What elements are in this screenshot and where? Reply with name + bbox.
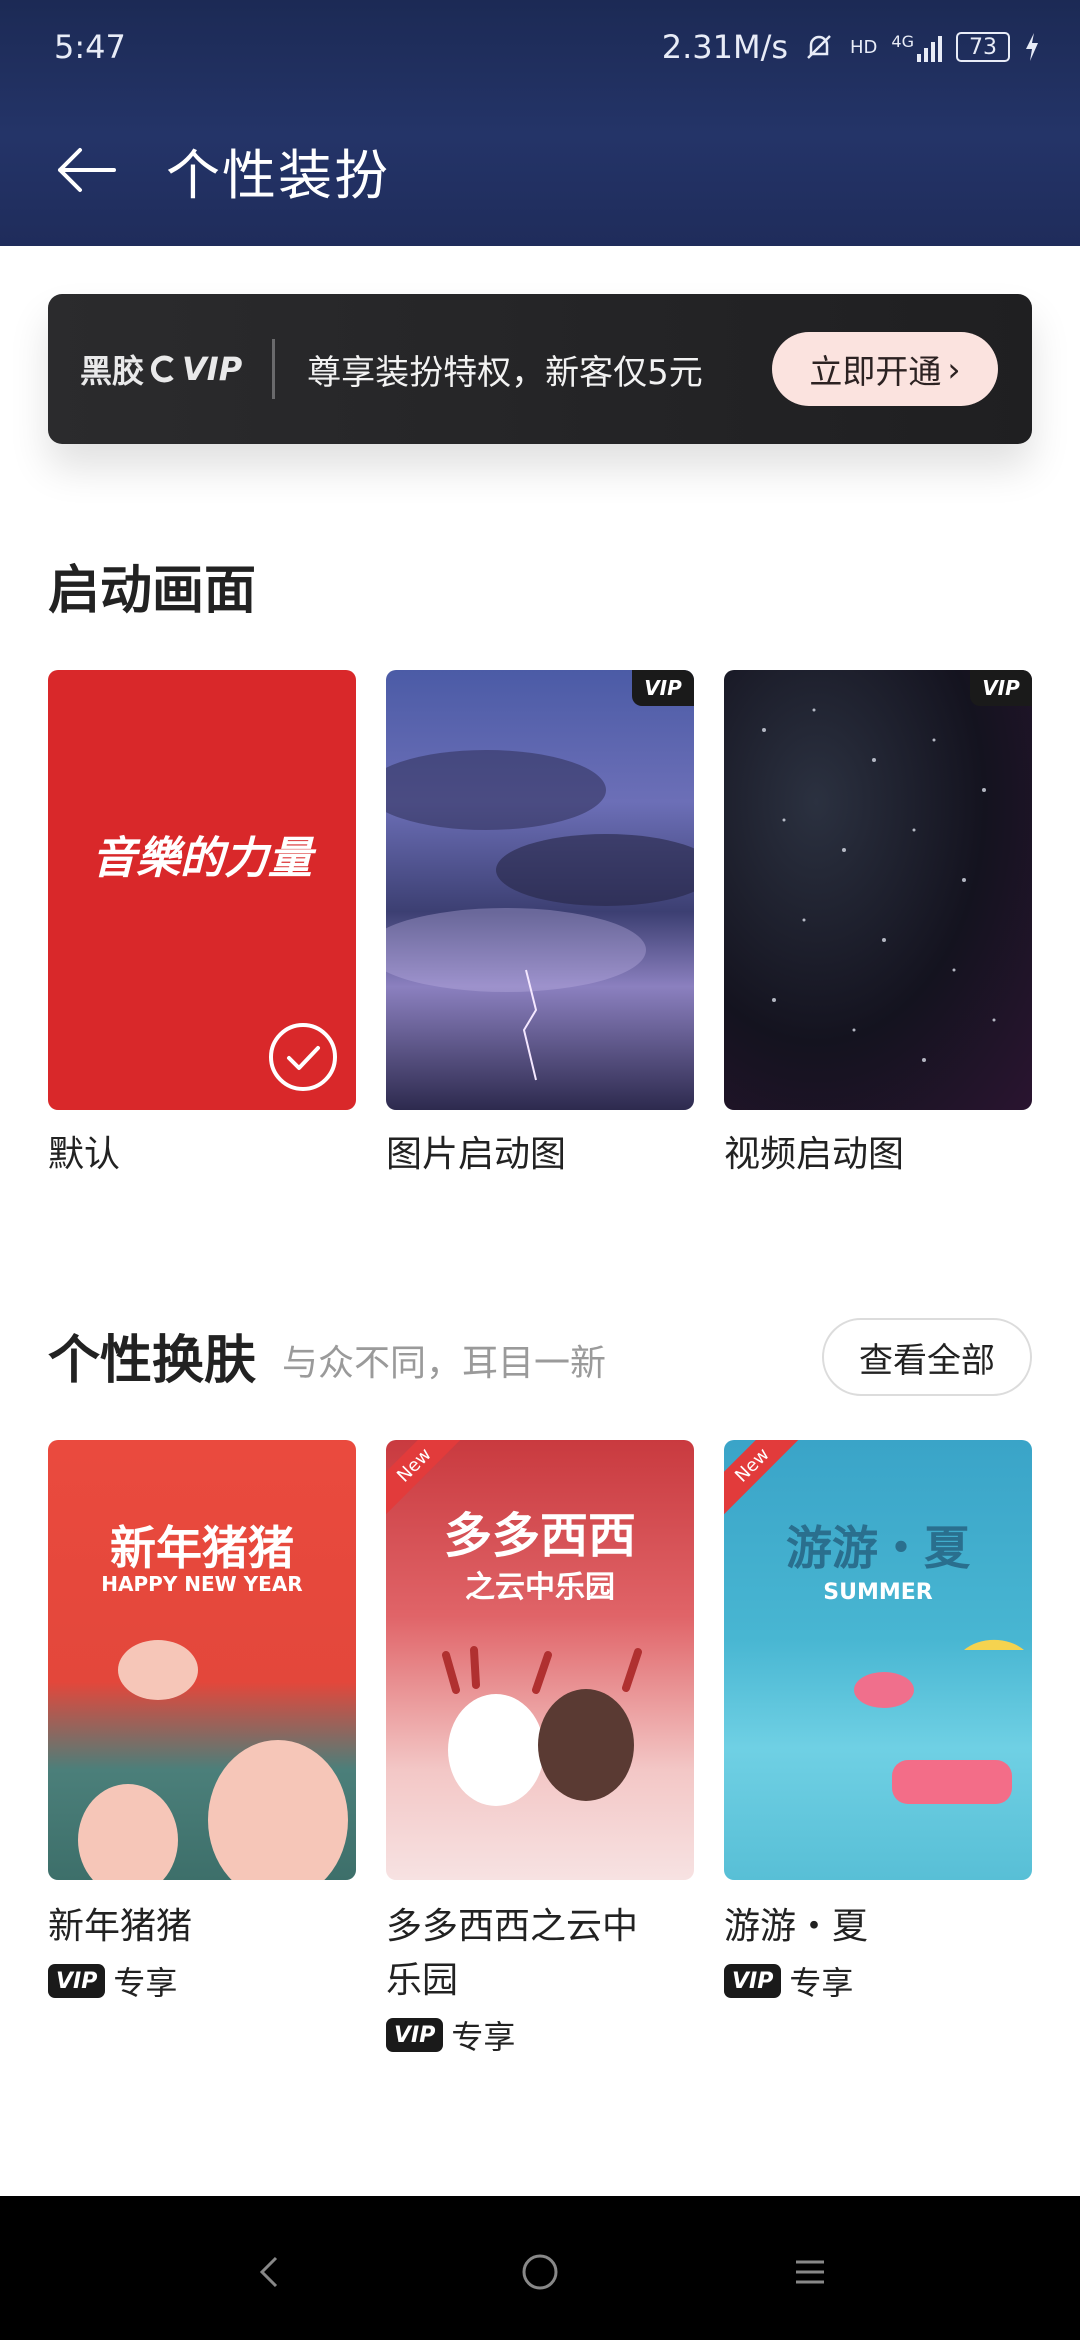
exclusive-text: 专享 bbox=[113, 1964, 178, 2002]
reindeer-illustration bbox=[442, 1646, 642, 1806]
signal-icon: 4G bbox=[891, 32, 942, 62]
app-bar: 个性装扮 bbox=[50, 130, 390, 210]
storm-clouds-art bbox=[386, 750, 694, 1081]
vip-corner-badge: VIP bbox=[970, 670, 1032, 706]
exclusive-text: 专享 bbox=[789, 1964, 854, 2002]
nav-menu-button[interactable] bbox=[770, 2232, 850, 2312]
skin-caption-2-line2: 乐园 bbox=[386, 1960, 459, 2001]
startup-card-image[interactable]: VIP bbox=[386, 670, 694, 1110]
nav-back-icon bbox=[259, 2256, 278, 2288]
startup-card-default[interactable]: 音樂的力量 bbox=[48, 670, 356, 1110]
battery-icon: 73 bbox=[956, 32, 1010, 62]
startup-caption-default: 默认 bbox=[48, 1134, 121, 1175]
back-arrow-icon bbox=[58, 148, 116, 192]
skin-caption-2-line1: 多多西西之云中 bbox=[386, 1906, 639, 1947]
skin-caption-1: 新年猪猪 bbox=[48, 1906, 193, 1947]
exclusive-text: 专享 bbox=[451, 2018, 516, 2056]
nav-home-button[interactable] bbox=[500, 2232, 580, 2312]
startup-card-video[interactable]: VIP bbox=[724, 670, 1032, 1110]
status-bar: 5:47 2.31M/s HD 4G 73 bbox=[54, 22, 1040, 70]
status-time: 5:47 bbox=[54, 28, 126, 66]
logo-vip: VIP bbox=[182, 350, 243, 388]
skin-card-cloud-park[interactable]: 多多西西 之云中乐园 New bbox=[386, 1440, 694, 1880]
status-right: 2.31M/s HD 4G 73 bbox=[662, 28, 1040, 66]
particle-stars-art bbox=[762, 708, 996, 1062]
skin-caption-2: 多多西西之云中 乐园 bbox=[386, 1900, 638, 2008]
logo-brand: 黑胶 bbox=[80, 352, 145, 390]
network-speed: 2.31M/s bbox=[661, 28, 789, 66]
see-all-button[interactable]: 查看全部 bbox=[822, 1318, 1032, 1396]
nav-home-icon bbox=[522, 2254, 558, 2290]
selected-check-icon bbox=[269, 1023, 337, 1091]
header-bar: 5:47 2.31M/s HD 4G 73 个性装扮 bbox=[0, 0, 1080, 246]
hd-label: HD bbox=[850, 36, 878, 58]
system-navigation-bar bbox=[0, 2196, 1080, 2340]
vip-exclusive-label: VIP 专享 bbox=[386, 2012, 515, 2058]
vip-exclusive-label: VIP 专享 bbox=[48, 1958, 177, 2004]
vip-tag-icon: VIP bbox=[724, 1964, 782, 1998]
chevron-right-icon: › bbox=[947, 349, 961, 389]
charging-icon bbox=[1026, 33, 1038, 61]
vip-tag-icon: VIP bbox=[48, 1964, 106, 1998]
vip-exclusive-label: VIP 专享 bbox=[724, 1958, 853, 2004]
mute-bell-icon bbox=[807, 35, 831, 59]
section-title-startup: 启动画面 bbox=[48, 561, 257, 621]
skin-card-summer[interactable]: 游游・夏 SUMMER New bbox=[724, 1440, 1032, 1880]
nav-back-button[interactable] bbox=[230, 2232, 310, 2312]
skin-card-new-year-pig[interactable]: 新年猪猪 HAPPY NEW YEAR bbox=[48, 1440, 356, 1880]
pig-illustration bbox=[78, 1640, 348, 1880]
black-vinyl-vip-logo: 黑胶 VIP bbox=[80, 346, 242, 392]
vip-promo-banner[interactable]: 黑胶 VIP 尊享装扮特权，新客仅5元 立即开通 › bbox=[48, 294, 1032, 444]
startup-caption-image: 图片启动图 bbox=[386, 1134, 567, 1175]
skin-caption-3: 游游・夏 bbox=[724, 1906, 869, 1947]
default-art-text: 音樂的力量 bbox=[92, 833, 312, 884]
startup-caption-video: 视频启动图 bbox=[724, 1134, 905, 1175]
page-title: 个性装扮 bbox=[166, 143, 390, 207]
vip-corner-badge: VIP bbox=[632, 670, 694, 706]
network-type: 4G bbox=[891, 32, 914, 51]
battery-level: 73 bbox=[969, 34, 997, 60]
vinyl-c-icon bbox=[151, 355, 174, 383]
nav-menu-icon bbox=[796, 2260, 824, 2284]
open-vip-button[interactable]: 立即开通 › bbox=[772, 332, 998, 406]
vip-tag-icon: VIP bbox=[386, 2018, 444, 2052]
section-subtitle-skins: 与众不同，耳目一新 bbox=[282, 1343, 607, 1384]
banner-divider bbox=[272, 339, 276, 399]
vip-promo-text: 尊享装扮特权，新客仅5元 bbox=[307, 352, 703, 393]
section-title-skins: 个性换肤 bbox=[48, 1331, 257, 1391]
back-button[interactable] bbox=[50, 134, 122, 206]
open-vip-label: 立即开通 bbox=[809, 352, 942, 391]
pool-illustration bbox=[854, 1639, 1024, 1804]
